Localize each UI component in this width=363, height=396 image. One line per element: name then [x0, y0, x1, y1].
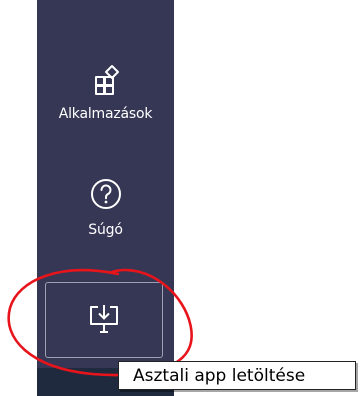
sidebar-item-label: Súgó — [88, 222, 123, 238]
tooltip: Asztali app letöltése — [118, 361, 356, 390]
download-desktop-icon — [87, 302, 121, 338]
download-desktop-app-button[interactable] — [45, 282, 163, 358]
apps-grid-icon — [88, 64, 124, 100]
sidebar-item-label: Alkalmazások — [58, 106, 153, 122]
help-circle-icon — [88, 176, 124, 216]
sidebar-item-apps[interactable]: Alkalmazások — [37, 64, 174, 122]
app-rail-sidebar: Alkalmazások Súgó — [37, 0, 174, 396]
sidebar-item-help[interactable]: Súgó — [37, 176, 174, 238]
tooltip-text: Asztali app letöltése — [133, 365, 306, 386]
